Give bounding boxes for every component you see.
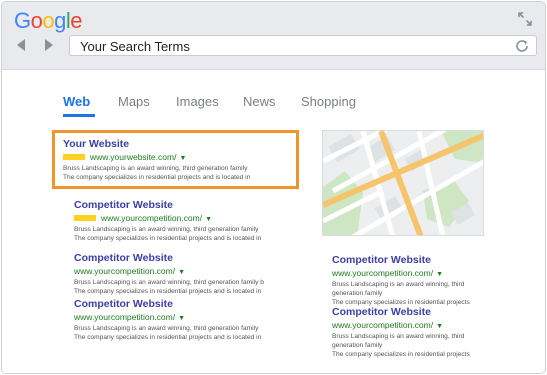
result-url: www.yourcompetition.com/▼ [332, 268, 492, 278]
dropdown-caret-icon[interactable]: ▼ [178, 315, 185, 322]
snippet-line: The company specializes in residential p… [74, 288, 262, 295]
result-url-text[interactable]: www.yourcompetition.com/ [74, 312, 175, 322]
snippet-line: Bruss Landscaping is an award winning, t… [332, 333, 465, 340]
browser-window: Google Your Search Terms Web Maps Images… [1, 1, 546, 374]
result-title[interactable]: Competitor Website [74, 252, 284, 264]
ad-label [63, 153, 85, 160]
result-item: Competitor Website www.yourcompetition.c… [332, 254, 492, 307]
result-url: www.yourcompetition.com/▼ [332, 320, 492, 330]
snippet-line: generation family [332, 342, 383, 349]
search-tabs: Web Maps Images News Shopping [2, 94, 545, 117]
logo-letter-o2: o [42, 8, 55, 33]
snippet-line: generation family [332, 290, 383, 297]
snippet-line: Bruss Landscaping is an award winning, t… [63, 165, 248, 172]
result-url-text[interactable]: www.yourcompetition.com/ [74, 266, 175, 276]
result-snippet: Bruss Landscaping is an award winning, t… [74, 225, 284, 243]
tab-images[interactable]: Images [176, 94, 219, 109]
snippet-line: The company specializes in residential p… [63, 174, 251, 181]
featured-result-snippet: Bruss Landscaping is an award winning, t… [63, 164, 295, 182]
result-title[interactable]: Competitor Website [332, 306, 492, 318]
result-url-text[interactable]: www.yourcompetition.com/ [332, 320, 433, 330]
result-url: www.yourcompetition.com/▼ [74, 266, 284, 276]
dropdown-caret-icon[interactable]: ▼ [178, 269, 185, 276]
browser-toolbar: Google Your Search Terms [2, 2, 545, 70]
result-title[interactable]: Competitor Website [74, 199, 284, 211]
tab-news[interactable]: News [243, 94, 276, 109]
result-snippet: Bruss Landscaping is an award winning, t… [332, 280, 492, 307]
active-tab-indicator [63, 114, 95, 117]
refresh-icon[interactable] [514, 38, 530, 54]
snippet-line: Bruss Landscaping is an award winning, t… [74, 325, 259, 332]
search-input[interactable]: Your Search Terms [69, 35, 537, 56]
result-snippet: Bruss Landscaping is an award winning, t… [74, 324, 284, 342]
result-url: www.yourcompetition.com/▼ [74, 312, 284, 322]
snippet-line: Bruss Landscaping is an award winning, t… [74, 226, 259, 233]
dropdown-caret-icon[interactable]: ▼ [205, 216, 212, 223]
google-logo: Google [14, 8, 83, 34]
dropdown-caret-icon[interactable]: ▼ [436, 323, 443, 330]
result-url-text[interactable]: www.yourcompetition.com/ [101, 213, 202, 223]
result-item: Competitor Website www.yourcompetition.c… [74, 298, 284, 342]
snippet-line: Bruss Landscaping is an award winning, t… [74, 279, 264, 286]
logo-letter-o1: o [30, 8, 43, 33]
result-item: Competitor Website www.yourcompetition.c… [74, 252, 284, 296]
logo-letter-e: e [70, 8, 83, 33]
search-input-value: Your Search Terms [80, 39, 190, 54]
tab-maps[interactable]: Maps [118, 94, 150, 109]
result-snippet: Bruss Landscaping is an award winning, t… [332, 332, 492, 359]
snippet-line: The company specializes in residential p… [74, 235, 262, 242]
result-url: www.yourcompetition.com/▼ [74, 213, 284, 223]
map-preview[interactable] [322, 130, 484, 236]
result-title[interactable]: Competitor Website [332, 254, 492, 266]
logo-letter-g2: g [54, 8, 66, 33]
map-graphic [323, 131, 483, 235]
tab-web[interactable]: Web [63, 94, 90, 109]
result-url-text[interactable]: www.yourcompetition.com/ [332, 268, 433, 278]
featured-result: Your Website www.yourwebsite.com/▼ Bruss… [63, 138, 295, 182]
featured-result-title[interactable]: Your Website [63, 138, 295, 150]
result-item: Competitor Website www.yourcompetition.c… [332, 306, 492, 359]
tab-shopping[interactable]: Shopping [301, 94, 356, 109]
result-snippet: Bruss Landscaping is an award winning, t… [74, 278, 284, 296]
ad-label [74, 214, 96, 221]
snippet-line: The company specializes in residential p… [332, 351, 470, 358]
dropdown-caret-icon[interactable]: ▼ [179, 155, 186, 162]
featured-result-url: www.yourwebsite.com/▼ [63, 152, 295, 162]
featured-url-text[interactable]: www.yourwebsite.com/ [90, 152, 176, 162]
expand-icon[interactable] [517, 11, 533, 27]
back-arrow-icon[interactable] [14, 38, 28, 52]
forward-arrow-icon[interactable] [42, 38, 56, 52]
snippet-line: The company specializes in residential p… [74, 334, 262, 341]
dropdown-caret-icon[interactable]: ▼ [436, 271, 443, 278]
snippet-line: Bruss Landscaping is an award winning, t… [332, 281, 465, 288]
result-title[interactable]: Competitor Website [74, 298, 284, 310]
logo-letter-g: G [14, 8, 31, 33]
result-item: Competitor Website www.yourcompetition.c… [74, 199, 284, 243]
